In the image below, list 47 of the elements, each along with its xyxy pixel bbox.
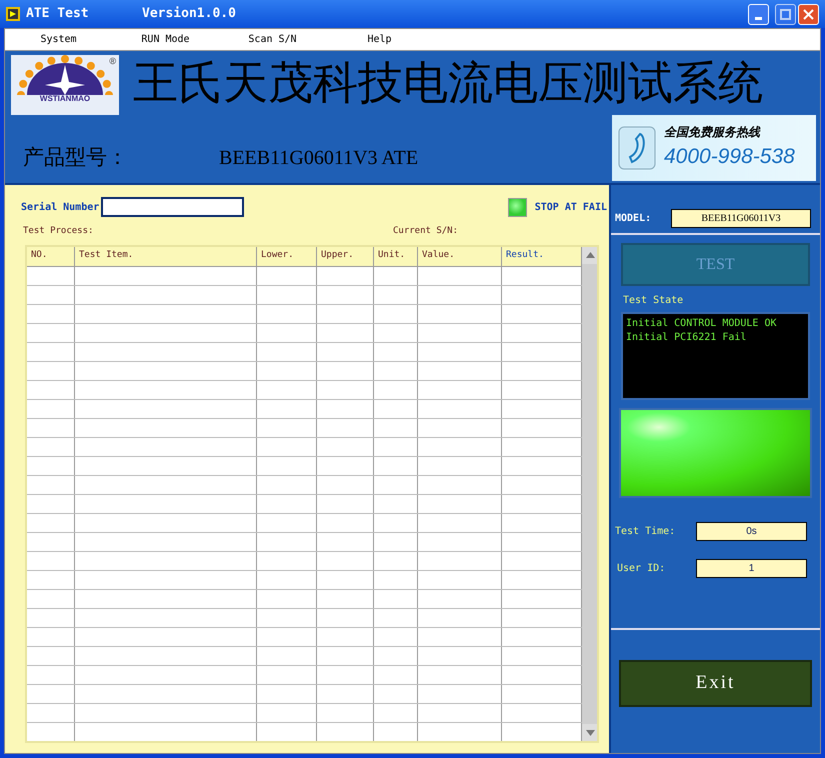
- logo-text: WSTIANMAO: [40, 95, 90, 103]
- phone-icon: [618, 126, 656, 170]
- test-time-label: Test Time:: [615, 525, 676, 539]
- maximize-icon: [780, 8, 791, 20]
- minimize-button[interactable]: [748, 4, 769, 24]
- side-model-label: MODEL:: [615, 212, 652, 226]
- registered-mark: ®: [109, 55, 116, 68]
- user-id-value: 1: [696, 559, 807, 578]
- minimize-icon: [755, 16, 762, 20]
- window-title: ATE Test: [26, 5, 90, 24]
- column-header: Lower.: [257, 246, 317, 266]
- scroll-up-icon[interactable]: [582, 246, 597, 264]
- current-sn-label: Current S/N:: [393, 225, 458, 238]
- close-icon: [803, 8, 814, 20]
- window-version: Version1.0.0: [142, 5, 236, 24]
- side-model-value: BEEB11G06011V3: [671, 209, 811, 228]
- serial-field[interactable]: [101, 197, 244, 217]
- maximize-button[interactable]: [775, 4, 796, 24]
- column-header: NO.: [27, 246, 75, 266]
- logo-sun-icon: [15, 55, 115, 95]
- exit-button[interactable]: Exit: [619, 660, 812, 707]
- column-header: Upper.: [317, 246, 374, 266]
- test-process-label: Test Process:: [23, 225, 94, 238]
- column-header: Value.: [418, 246, 502, 266]
- hotline-number: 4000-998-538: [664, 144, 795, 170]
- log-line: Initial PCI6221 Fail: [626, 331, 748, 345]
- test-time-value: 0s: [696, 522, 807, 541]
- menu-item[interactable]: Help: [326, 32, 433, 47]
- model-label: 产品型号：: [23, 144, 129, 170]
- menu-item[interactable]: System: [5, 32, 112, 47]
- serial-label: Serial Number: [21, 200, 100, 214]
- test-state-label: Test State: [623, 294, 684, 308]
- menu-item[interactable]: Scan S/N: [219, 32, 326, 47]
- stop-at-fail-label: STOP AT FAIL: [534, 200, 607, 214]
- scroll-down-icon[interactable]: [582, 724, 597, 740]
- scrollbar[interactable]: [582, 246, 597, 740]
- log-line: Initial CONTROL MODULE OK: [626, 317, 778, 331]
- system-title: 王氏天茂科技电流电压测试系统: [133, 55, 763, 111]
- app-icon: [6, 7, 20, 21]
- model-value: BEEB11G06011V3 ATE: [219, 146, 418, 171]
- column-header: Test Item.: [75, 246, 257, 266]
- menu-item[interactable]: RUN Mode: [112, 32, 219, 47]
- stop-at-fail-led[interactable]: [508, 198, 527, 216]
- user-id-label: User ID:: [616, 562, 666, 576]
- close-button[interactable]: [798, 4, 819, 24]
- hotline-label: 全国免费服务热线: [664, 124, 762, 142]
- column-header: Unit.: [374, 246, 418, 266]
